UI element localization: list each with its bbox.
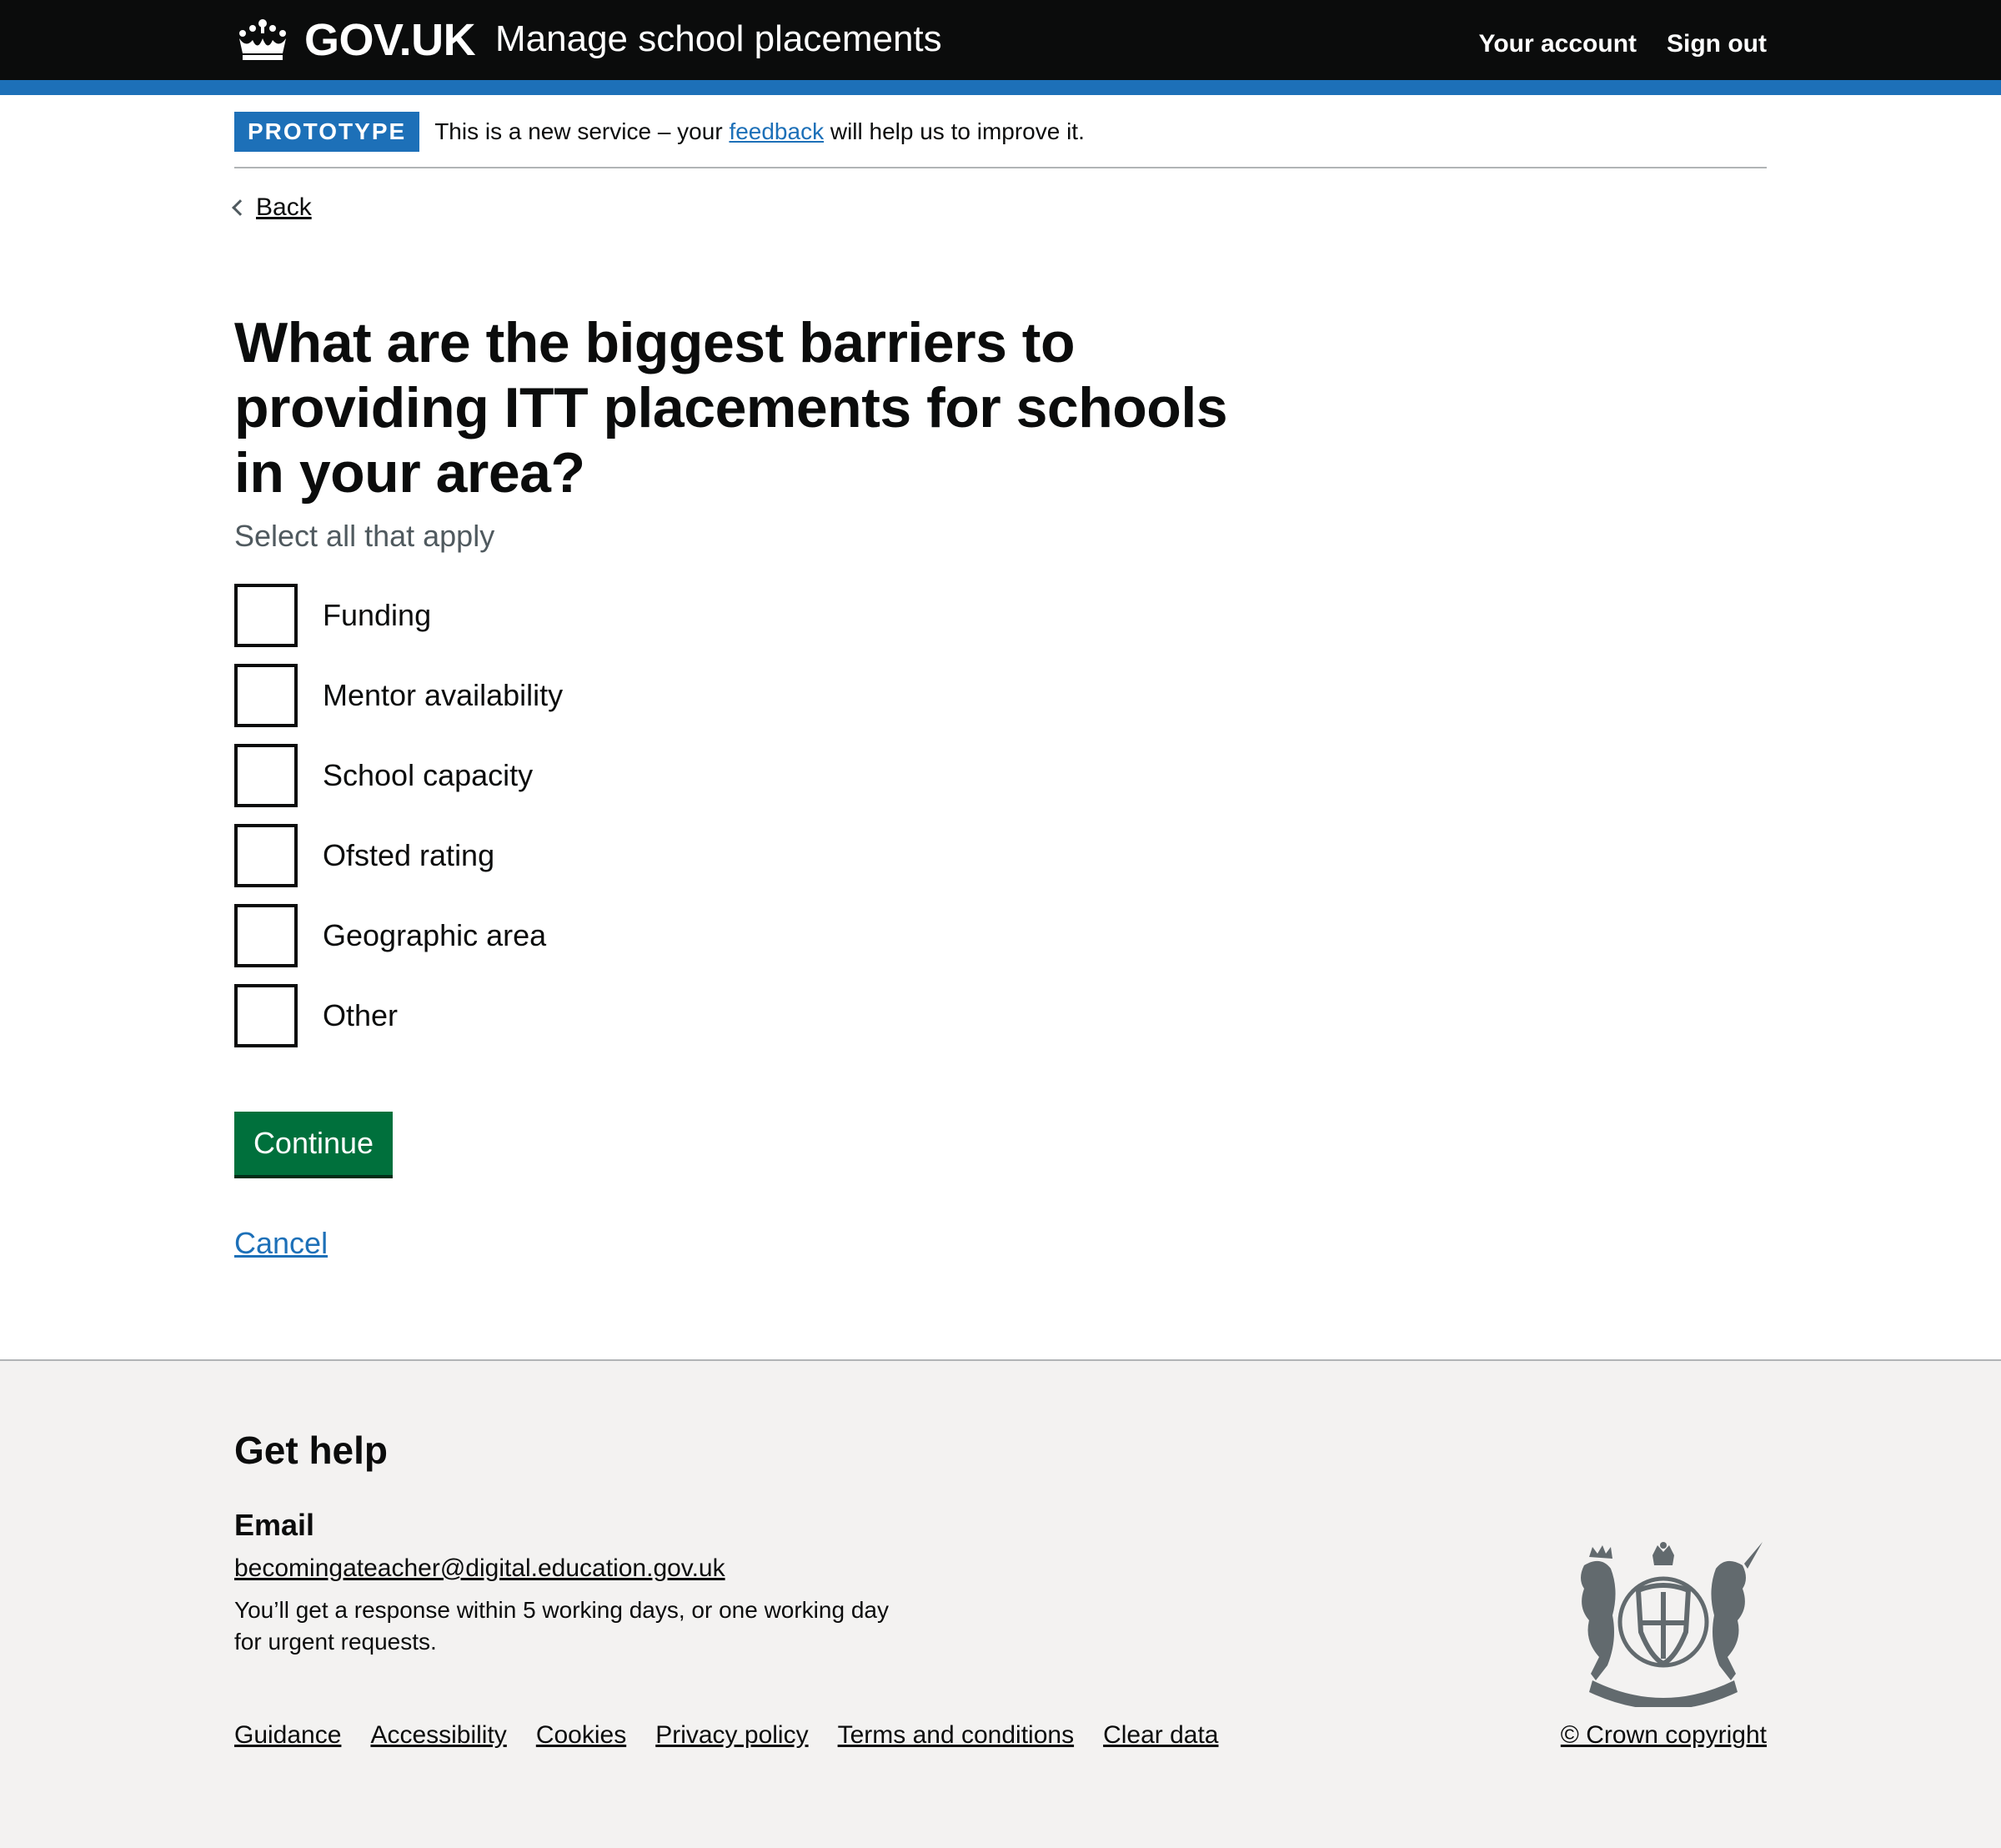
sign-out-link[interactable]: Sign out bbox=[1667, 30, 1767, 58]
back-link-label: Back bbox=[256, 193, 312, 221]
phase-tag: PROTOTYPE bbox=[234, 112, 420, 152]
footer-link-terms[interactable]: Terms and conditions bbox=[838, 1721, 1074, 1750]
footer-link-cookies[interactable]: Cookies bbox=[536, 1721, 626, 1750]
continue-button[interactable]: Continue bbox=[234, 1112, 393, 1175]
checkbox-label: Funding bbox=[323, 598, 432, 632]
question-hint: Select all that apply bbox=[234, 519, 495, 553]
site-header: GOV.UK Manage school placements Your acc… bbox=[0, 0, 2001, 80]
phase-banner-text: This is a new service – your feedback wi… bbox=[434, 112, 1085, 152]
checkbox-label: Mentor availability bbox=[323, 678, 564, 712]
footer-link-guidance[interactable]: Guidance bbox=[234, 1721, 341, 1750]
header-nav: Your account Sign out bbox=[1479, 30, 1767, 58]
checkbox-label: Ofsted rating bbox=[323, 838, 495, 872]
response-time-text: You’ll get a response within 5 working d… bbox=[234, 1597, 889, 1655]
checkbox-input[interactable] bbox=[234, 824, 298, 887]
crown-icon bbox=[239, 19, 286, 60]
phase-text-after: will help us to improve it. bbox=[824, 118, 1085, 144]
page-title: What are the biggest barriers to providi… bbox=[234, 311, 1228, 505]
support-email-link[interactable]: becomingateacher@digital.education.gov.u… bbox=[234, 1554, 725, 1583]
footer-link-privacy-policy[interactable]: Privacy policy bbox=[655, 1721, 808, 1750]
checkbox-label: Other bbox=[323, 998, 399, 1032]
footer-links: Guidance Accessibility Cookies Privacy p… bbox=[234, 1721, 1219, 1750]
checkbox-input[interactable] bbox=[234, 664, 298, 727]
site-footer: Get help Email becomingateacher@digital.… bbox=[0, 1359, 2001, 1848]
govuk-logo-link[interactable]: GOV.UK bbox=[234, 15, 476, 65]
footer-help-title: Get help bbox=[234, 1429, 389, 1472]
crown-copyright-link[interactable]: © Crown copyright bbox=[1561, 1721, 1767, 1750]
checkbox-label: Geographic area bbox=[323, 918, 547, 952]
chevron-left-icon bbox=[232, 199, 248, 216]
back-link[interactable]: Back bbox=[232, 193, 312, 222]
phase-banner: PROTOTYPE This is a new service – your f… bbox=[234, 112, 1767, 168]
feedback-link[interactable]: feedback bbox=[729, 118, 824, 144]
footer-link-clear-data[interactable]: Clear data bbox=[1103, 1721, 1218, 1750]
govuk-logo-text: GOV.UK bbox=[304, 15, 476, 65]
royal-crest-icon bbox=[1581, 1542, 1763, 1707]
checkbox-school-capacity[interactable]: School capacity bbox=[234, 744, 563, 807]
footer-link-accessibility[interactable]: Accessibility bbox=[370, 1721, 506, 1750]
checkbox-geographic-area[interactable]: Geographic area bbox=[234, 904, 563, 967]
checkbox-input[interactable] bbox=[234, 584, 298, 647]
checkbox-mentor-availability[interactable]: Mentor availability bbox=[234, 664, 563, 727]
checkbox-other[interactable]: Other bbox=[234, 984, 563, 1047]
checkbox-input[interactable] bbox=[234, 984, 298, 1047]
service-name-link[interactable]: Manage school placements bbox=[495, 18, 942, 60]
cancel-link[interactable]: Cancel bbox=[234, 1226, 328, 1261]
checkbox-label: School capacity bbox=[323, 758, 534, 792]
checkbox-input[interactable] bbox=[234, 904, 298, 967]
your-account-link[interactable]: Your account bbox=[1479, 30, 1637, 58]
checkbox-funding[interactable]: Funding bbox=[234, 584, 563, 647]
checkbox-input[interactable] bbox=[234, 744, 298, 807]
checkbox-group: Funding Mentor availability School capac… bbox=[234, 584, 563, 1064]
header-blue-bar bbox=[0, 80, 2001, 95]
checkbox-ofsted-rating[interactable]: Ofsted rating bbox=[234, 824, 563, 887]
footer-email-heading: Email bbox=[234, 1508, 315, 1542]
phase-text-before: This is a new service – your bbox=[434, 118, 730, 144]
